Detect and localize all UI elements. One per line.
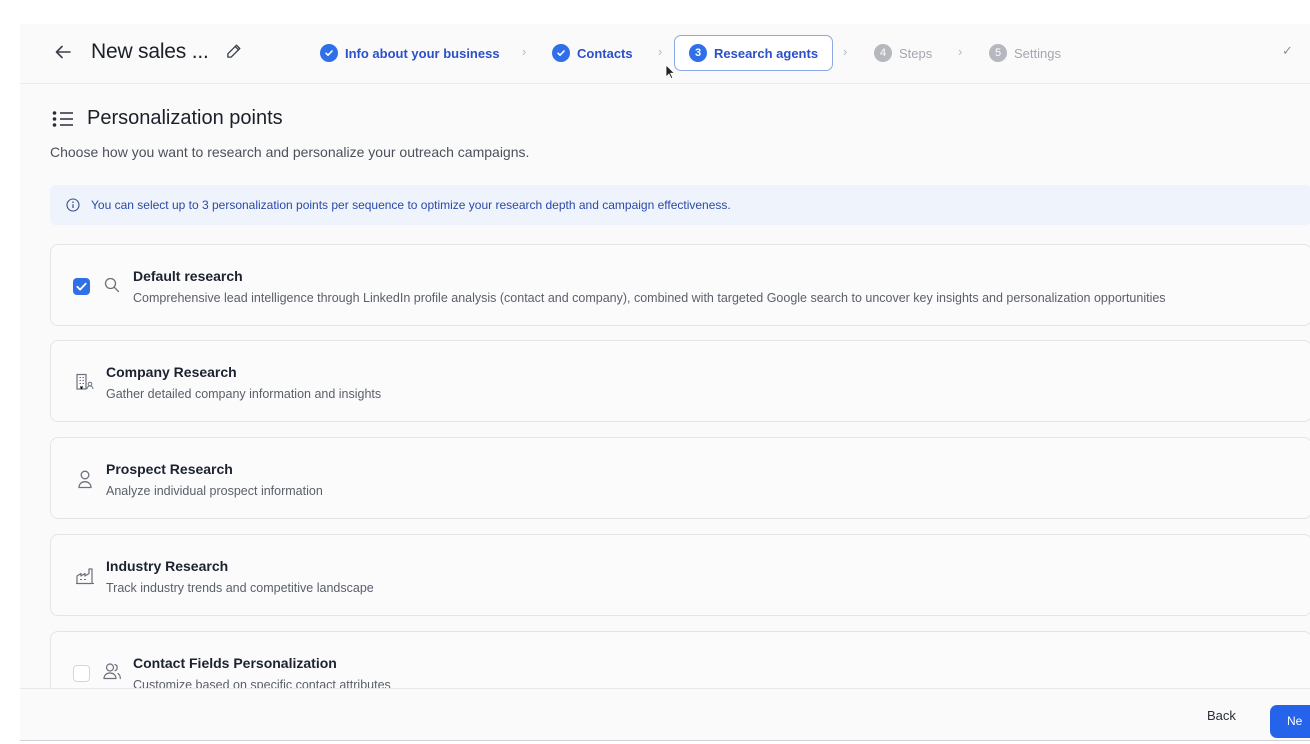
chevron-right-icon: › (522, 44, 527, 59)
check-circle-icon (552, 44, 570, 62)
next-button[interactable]: Ne (1270, 705, 1310, 738)
step-label: Research agents (714, 45, 819, 61)
info-text: You can select up to 3 personalization p… (91, 198, 731, 212)
search-icon (104, 277, 120, 293)
card-default-research[interactable]: Default research Comprehensive lead inte… (50, 244, 1310, 326)
card-title: Company Research (106, 364, 237, 380)
pencil-icon[interactable] (225, 42, 245, 62)
step-label: Contacts (577, 45, 633, 61)
info-banner: You can select up to 3 personalization p… (50, 185, 1310, 225)
step-contacts[interactable]: Contacts (552, 43, 633, 63)
card-prospect-research[interactable]: Prospect Research Analyze individual pro… (50, 437, 1310, 519)
step-number: 4 (874, 44, 892, 62)
step-label: Settings (1014, 45, 1061, 61)
step-number: 5 (989, 44, 1007, 62)
checkbox-unchecked[interactable] (73, 665, 90, 682)
list-icon (52, 110, 73, 127)
card-description: Track industry trends and competitive la… (106, 581, 374, 595)
step-info-about-business[interactable]: Info about your business (320, 43, 500, 63)
card-description: Analyze individual prospect information (106, 484, 323, 498)
card-title: Industry Research (106, 558, 229, 574)
check-icon[interactable]: ✓ (1282, 43, 1293, 59)
arrow-left-icon[interactable] (54, 38, 78, 66)
info-icon (66, 198, 80, 212)
step-settings[interactable]: 5 Settings (989, 43, 1061, 63)
back-button[interactable]: Back (1207, 708, 1236, 723)
card-title: Prospect Research (106, 461, 233, 477)
card-title: Default research (133, 268, 243, 284)
chevron-right-icon: › (958, 44, 963, 59)
user-icon (78, 470, 92, 489)
step-label: Steps (899, 45, 933, 61)
page-subtitle: Choose how you want to research and pers… (50, 144, 530, 160)
step-number: 3 (689, 44, 707, 62)
card-description: Comprehensive lead intelligence through … (133, 291, 1166, 305)
step-label: Info about your business (345, 45, 500, 61)
app-window: New sales ... Info about your business ›… (20, 24, 1310, 741)
factory-icon (76, 568, 94, 585)
checkbox-checked[interactable] (73, 278, 90, 295)
chevron-right-icon: › (843, 44, 848, 59)
card-company-research[interactable]: Company Research Gather detailed company… (50, 340, 1310, 422)
step-steps[interactable]: 4 Steps (874, 43, 932, 63)
section-heading: Personalization points (52, 107, 283, 130)
wizard-footer: Back Ne (20, 688, 1310, 740)
card-industry-research[interactable]: Industry Research Track industry trends … (50, 534, 1310, 616)
card-description: Gather detailed company information and … (106, 387, 382, 401)
card-title: Contact Fields Personalization (133, 655, 337, 671)
building-icon (76, 373, 94, 390)
step-research-agents[interactable]: 3 Research agents (674, 35, 834, 71)
sequence-title: New sales ... (91, 40, 209, 63)
users-icon (103, 663, 121, 680)
mouse-cursor-icon (665, 64, 676, 80)
page-title: Personalization points (87, 107, 283, 129)
chevron-right-icon: › (658, 44, 663, 59)
check-circle-icon (320, 44, 338, 62)
